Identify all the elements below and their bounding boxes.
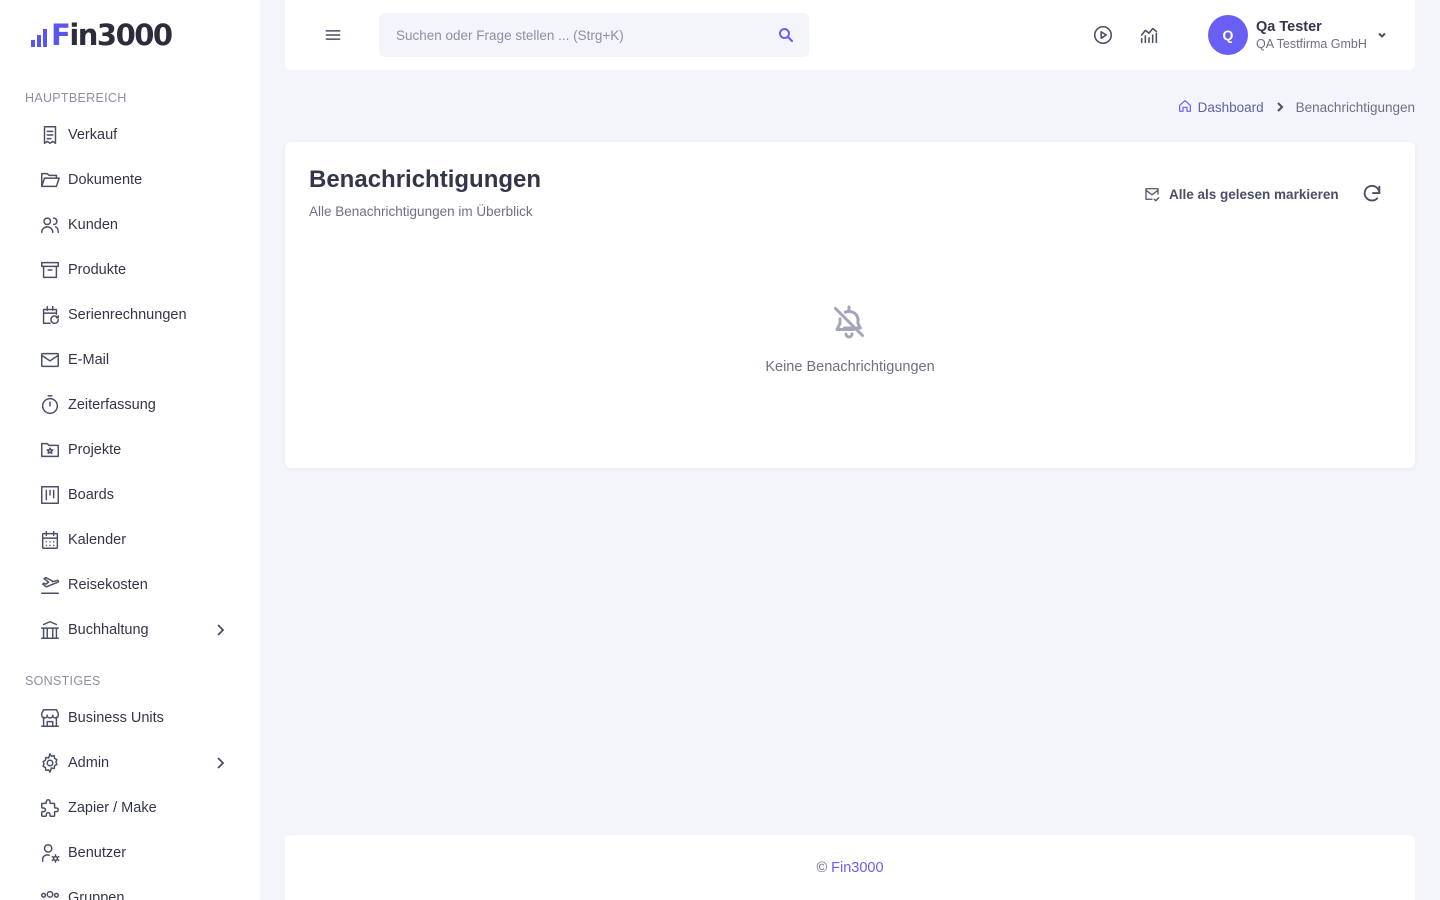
section-label-main: HAUPTBEREICH (25, 91, 127, 105)
bank-icon (38, 618, 62, 642)
breadcrumb-current: Benachrichtigungen (1295, 99, 1415, 115)
page-title: Benachrichtigungen (309, 166, 542, 193)
sidebar-item-label: Produkte (68, 262, 127, 278)
calendar-repeat-icon (38, 303, 62, 327)
folder-open-icon (38, 168, 62, 192)
sidebar-item-buchhaltung[interactable]: Buchhaltung (38, 613, 238, 647)
user-company: QA Testfirma GmbH (1256, 37, 1367, 51)
sidebar-item-verkauf[interactable]: Verkauf (38, 118, 238, 152)
breadcrumb-dashboard-link[interactable]: Dashboard (1198, 100, 1264, 115)
logo-text: Fin3000 (51, 18, 173, 52)
kanban-icon (38, 483, 62, 507)
sidebar-item-produkte[interactable]: Produkte (38, 253, 238, 287)
sidebar-item-serienrechnungen[interactable]: Serienrechnungen (38, 298, 238, 332)
empty-state-text: Keine Benachrichtigungen (765, 359, 935, 375)
gear-icon (38, 751, 62, 775)
user-cog-icon (38, 841, 62, 865)
sidebar-item-label: E-Mail (68, 352, 110, 368)
page-subtitle: Alle Benachrichtigungen im Überblick (309, 204, 533, 219)
footer-brand-link[interactable]: Fin3000 (831, 860, 883, 876)
sidebar-item-label: Zeiterfassung (68, 397, 156, 413)
archive-icon (38, 258, 62, 282)
search-input[interactable] (379, 13, 759, 57)
mark-all-read-button[interactable]: Alle als gelesen markieren (1143, 184, 1339, 204)
chart-line-icon (1140, 27, 1158, 44)
sidebar-item-e-mail[interactable]: E-Mail (38, 343, 238, 377)
sidebar-item-business-units[interactable]: Business Units (38, 701, 238, 735)
sidebar-item-gruppen[interactable]: Gruppen (38, 881, 238, 900)
mail-icon (38, 348, 62, 372)
sidebar-item-label: Gruppen (68, 890, 125, 900)
receipt-icon (38, 123, 62, 147)
sidebar-item-label: Projekte (68, 442, 122, 458)
copyright-symbol: © (816, 860, 828, 876)
chevron-down-icon[interactable] (1375, 28, 1389, 42)
chevron-right-icon (1273, 100, 1287, 114)
mail-check-icon (1145, 188, 1160, 202)
puzzle-icon (38, 796, 62, 820)
folder-star-icon (38, 438, 62, 462)
app-logo[interactable]: Fin3000 (31, 18, 173, 52)
calendar-icon (38, 528, 62, 552)
sidebar-item-label: Serienrechnungen (68, 307, 187, 323)
search-box (379, 13, 809, 57)
sidebar-item-label: Business Units (68, 710, 164, 726)
sidebar-item-boards[interactable]: Boards (38, 478, 238, 512)
sidebar-item-benutzer[interactable]: Benutzer (38, 836, 238, 870)
play-tutorial-button[interactable] (1091, 23, 1115, 47)
search-icon[interactable] (777, 26, 795, 44)
sidebar-item-label: Verkauf (68, 127, 118, 143)
sidebar-item-label: Kalender (68, 532, 127, 548)
refresh-button[interactable] (1360, 182, 1384, 206)
sidebar-item-label: Benutzer (68, 845, 127, 861)
sidebar-item-projekte[interactable]: Projekte (38, 433, 238, 467)
breadcrumb: Dashboard Benachrichtigungen (1177, 97, 1415, 117)
logo-letter: F (51, 18, 71, 52)
sidebar-item-kunden[interactable]: Kunden (38, 208, 238, 242)
chevron-right-icon (212, 755, 228, 771)
footer: © Fin3000 (285, 835, 1415, 900)
stopwatch-icon (38, 393, 62, 417)
store-icon (38, 706, 62, 730)
section-label-other: SONSTIGES (25, 674, 101, 688)
sidebar-item-kalender[interactable]: Kalender (38, 523, 238, 557)
sidebar-item-label: Dokumente (68, 172, 143, 188)
users-icon (38, 213, 62, 237)
sidebar: Fin3000 HAUPTBEREICH Verkauf Dokumente K… (0, 0, 260, 900)
logo-bars-icon (31, 29, 47, 47)
users-group-icon (38, 886, 62, 900)
sidebar-item-zapier-make[interactable]: Zapier / Make (38, 791, 238, 825)
hamburger-icon (325, 30, 341, 40)
notifications-card: Benachrichtigungen Alle Benachrichtigung… (285, 142, 1415, 468)
refresh-icon (1363, 184, 1381, 202)
sidebar-item-label: Boards (68, 487, 114, 503)
sidebar-item-label: Admin (68, 755, 110, 771)
bell-off-icon (831, 304, 867, 340)
plane-departure-icon (38, 573, 62, 597)
home-icon[interactable] (1177, 98, 1193, 117)
play-circle-icon (1093, 25, 1113, 45)
sidebar-item-label: Buchhaltung (68, 622, 149, 638)
menu-toggle-button[interactable] (321, 23, 345, 47)
sidebar-item-reisekosten[interactable]: Reisekosten (38, 568, 238, 602)
user-name[interactable]: Qa Tester (1256, 19, 1322, 35)
sidebar-item-label: Zapier / Make (68, 800, 157, 816)
mark-all-read-label: Alle als gelesen markieren (1169, 186, 1339, 202)
sidebar-item-dokumente[interactable]: Dokumente (38, 163, 238, 197)
sidebar-item-label: Kunden (68, 217, 118, 233)
avatar[interactable]: Q (1208, 15, 1248, 55)
analytics-button[interactable] (1137, 23, 1161, 47)
top-navbar: Q Qa Tester QA Testfirma GmbH (285, 0, 1415, 70)
sidebar-item-label: Reisekosten (68, 577, 148, 593)
chevron-right-icon (212, 622, 228, 638)
sidebar-item-zeiterfassung[interactable]: Zeiterfassung (38, 388, 238, 422)
sidebar-item-admin[interactable]: Admin (38, 746, 238, 780)
